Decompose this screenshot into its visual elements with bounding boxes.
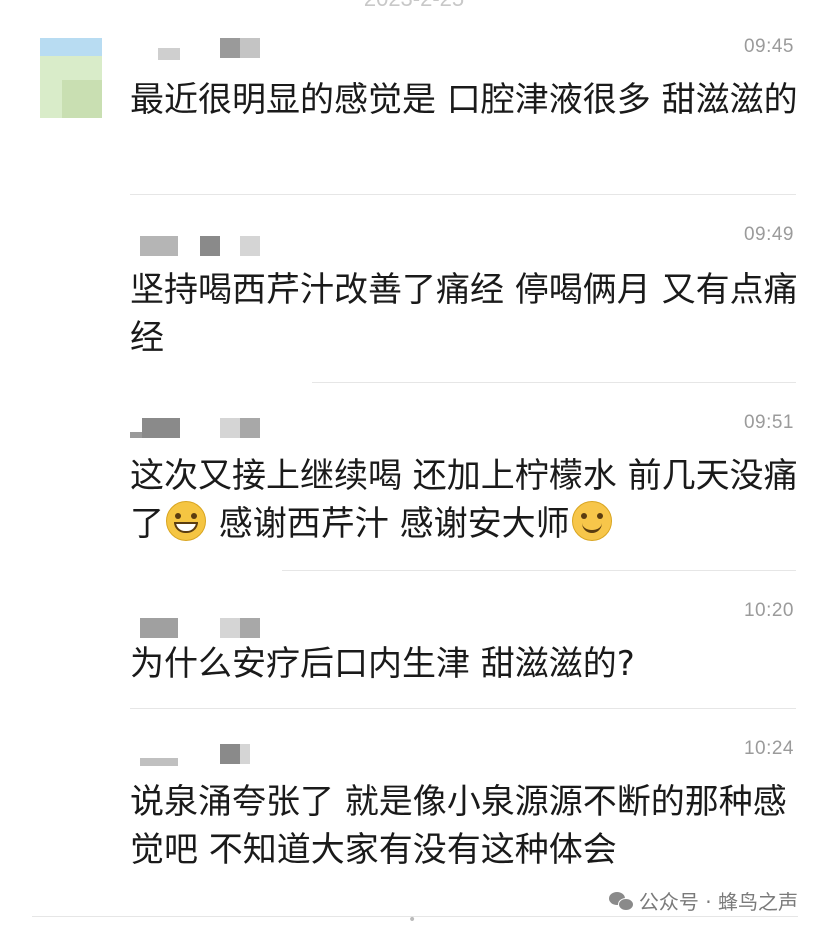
grinning-face-icon <box>166 501 206 541</box>
comment-time: 09:45 <box>743 36 794 57</box>
comment-time: 10:24 <box>743 738 794 759</box>
comment-text: 为什么安疗后口内生津 甜滋滋的? <box>130 644 635 684</box>
comment-text: 最近很明显的感觉是 口腔津液很多 甜滋滋的 <box>130 80 798 120</box>
watermark: 公众号 · 蜂鸟之声 <box>608 886 798 915</box>
date-header: 2023-2-25 <box>0 0 828 12</box>
divider <box>130 194 796 195</box>
avatar[interactable] <box>40 38 102 118</box>
comment-text: 这次又接上继续喝 还加上柠檬水 前几天没痛了 感谢西芹汁 感谢安大师 <box>130 452 798 548</box>
comment-text-part: 感谢西芹汁 感谢安大师 <box>208 504 570 544</box>
smiling-face-icon <box>571 501 612 541</box>
comment-time: 09:49 <box>743 224 794 245</box>
comment-time: 09:51 <box>743 412 794 433</box>
watermark-label: 公众号 · 蜂鸟之声 <box>638 890 798 914</box>
divider <box>130 708 796 709</box>
comment-time: 10:20 <box>743 600 794 621</box>
divider <box>282 570 796 571</box>
scroll-indicator: • <box>408 912 419 928</box>
divider <box>312 382 796 383</box>
comment-text: 坚持喝西芹汁改善了痛经 停喝俩月 又有点痛经 <box>130 270 798 358</box>
wechat-icon <box>608 891 634 911</box>
comment-text: 说泉涌夸张了 就是像小泉源源不断的那种感觉吧 不知道大家有没有这种体会 <box>130 782 787 870</box>
